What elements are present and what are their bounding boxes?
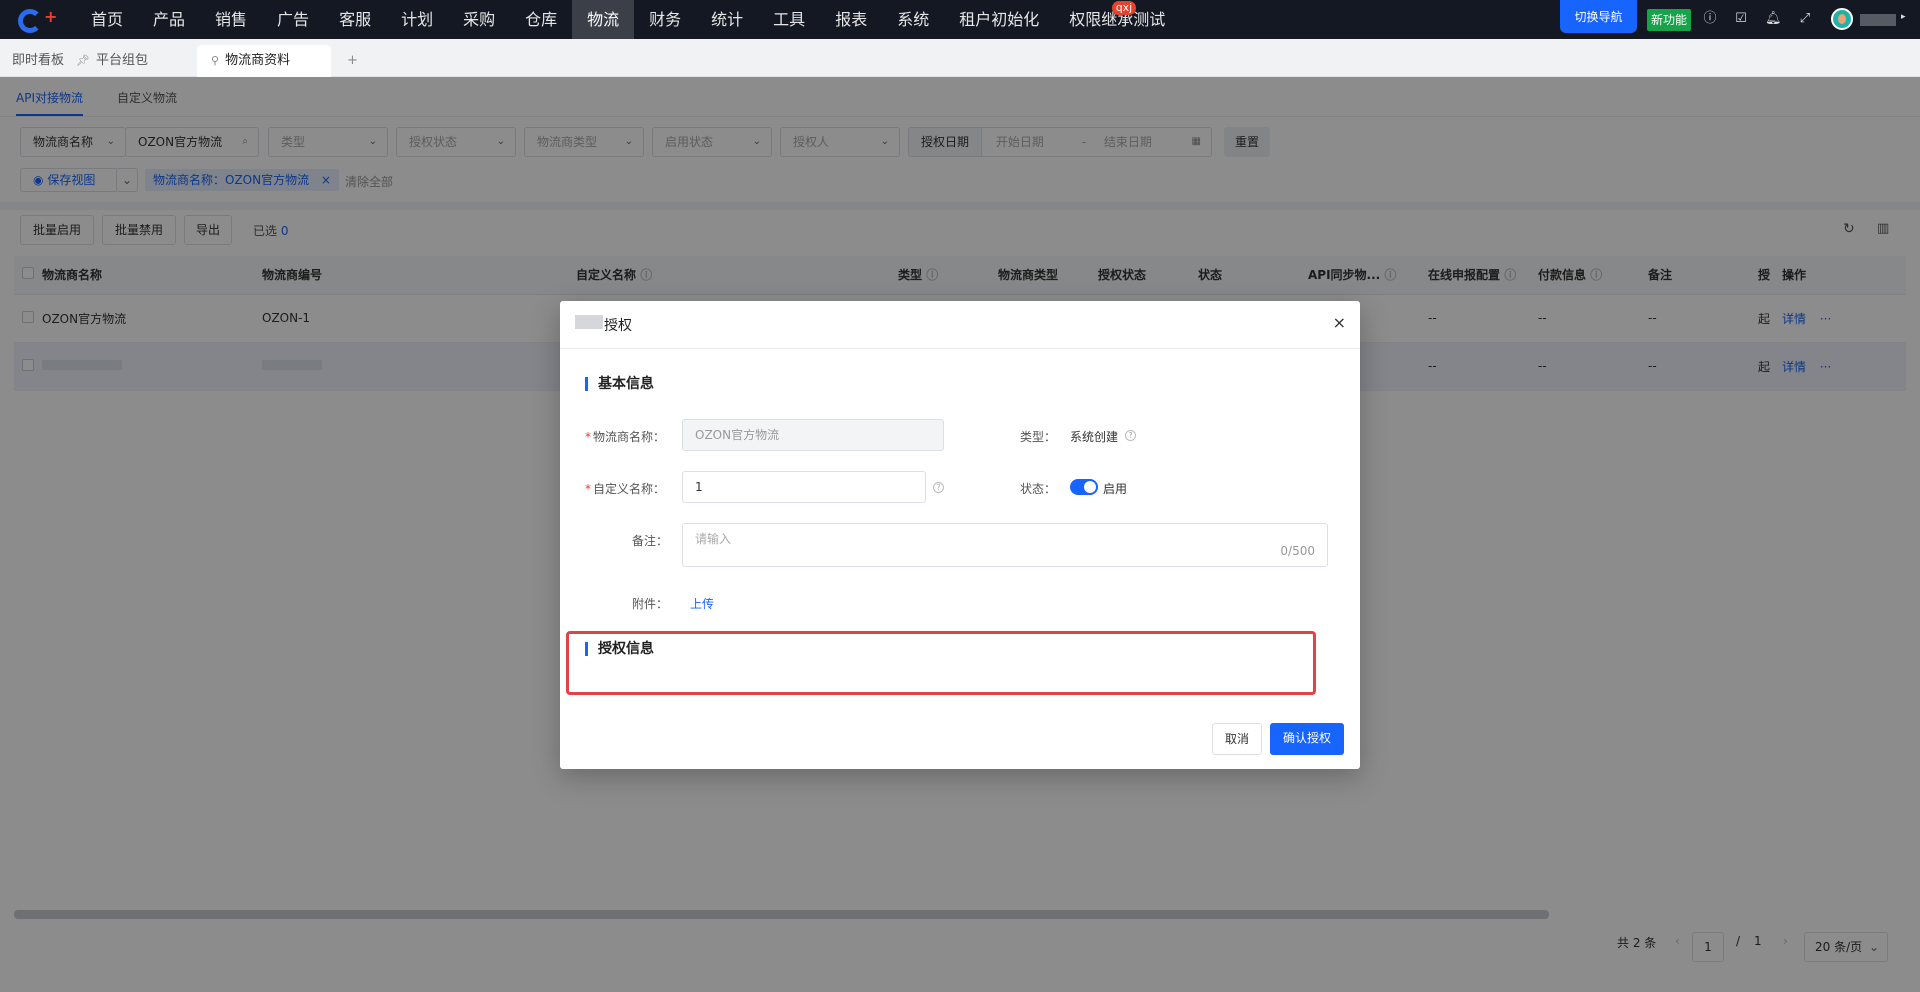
nav-ads[interactable]: 广告 (262, 0, 324, 39)
nav-tenant-init[interactable]: 租户初始化 (944, 0, 1054, 39)
page-tab-bar: 即时看板 📌︎ 平台组包 ⚲ 物流商资料 + (0, 39, 1920, 77)
help-icon: ? (1125, 430, 1136, 441)
bell-icon[interactable]: 🔔︎ (1765, 11, 1782, 27)
user-menu-caret-icon[interactable]: ▸ (1901, 12, 1906, 22)
nav-customer-service[interactable]: 客服 (324, 0, 386, 39)
tab-dashboard[interactable]: 即时看板 (12, 45, 64, 77)
upload-link[interactable]: 上传 (690, 595, 714, 612)
custom-name-input[interactable]: 1 (682, 471, 926, 503)
nav-warehouse[interactable]: 仓库 (510, 0, 572, 39)
top-navigation: + 首页 产品 销售 广告 客服 计划 采购 仓库 物流 财务 统计 工具 报表… (0, 0, 1920, 39)
nav-system[interactable]: 系统 (882, 0, 944, 39)
cancel-button[interactable]: 取消 (1212, 723, 1262, 755)
fullscreen-icon[interactable]: ⤢ (1797, 11, 1813, 27)
nav-products[interactable]: 产品 (138, 0, 200, 39)
close-icon[interactable]: × (1333, 313, 1346, 332)
status-label: 状态： (1020, 482, 1057, 496)
help-icon: ? (933, 482, 944, 493)
provider-name-label: * 物流商名称： (585, 428, 665, 445)
pin-icon[interactable]: ⚲ (211, 54, 219, 67)
nav-tools[interactable]: 工具 (758, 0, 820, 39)
custom-name-label: * 自定义名称： (585, 480, 665, 497)
add-tab-button[interactable]: + (347, 45, 358, 77)
redacted-text (575, 315, 603, 329)
provider-name-label-text: 物流商名称： (593, 430, 666, 444)
provider-name-field: OZON官方物流 (682, 419, 944, 451)
confirm-authorize-button[interactable]: 确认授权 (1270, 723, 1344, 755)
user-avatar[interactable] (1831, 8, 1853, 30)
tab-platform-bundle-label: 平台组包 (95, 53, 148, 68)
nav-logistics[interactable]: 物流 (572, 0, 635, 39)
type-label: 类型： (1020, 430, 1057, 444)
custom-name-label-text: 自定义名称： (593, 482, 666, 496)
remark-textarea[interactable]: 请输入 0/500 (682, 523, 1328, 567)
tab-platform-bundle[interactable]: 📌︎ 平台组包 (76, 45, 148, 77)
required-mark: * (585, 482, 591, 496)
remark-placeholder: 请输入 (695, 532, 732, 546)
nav-badge: qxj (1111, 1, 1137, 15)
app-logo[interactable]: + (18, 7, 62, 33)
user-name-redacted[interactable] (1860, 14, 1896, 26)
nav-statistics[interactable]: 统计 (696, 0, 758, 39)
type-value: 系统创建 (1070, 430, 1119, 444)
new-feature-button[interactable]: 新功能 (1647, 9, 1692, 31)
nav-finance[interactable]: 财务 (634, 0, 696, 39)
pin-icon[interactable]: 📌︎ (76, 54, 90, 67)
calendar-check-icon[interactable]: ☑ (1733, 11, 1749, 27)
status-value: 启用 (1103, 482, 1128, 496)
modal-title: 授权 (604, 318, 632, 334)
nav-purchase[interactable]: 采购 (448, 0, 510, 39)
tab-logistics-provider-label: 物流商资料 (225, 53, 291, 68)
nav-permission-test[interactable]: 权限继承测试 qxj (1054, 0, 1180, 39)
modal-header: 授权 × (560, 301, 1360, 349)
highlight-box (566, 631, 1316, 695)
remark-label: 备注： (632, 534, 669, 548)
section-basic-info: 基本信息 (585, 377, 654, 391)
nav-reports[interactable]: 报表 (820, 0, 882, 39)
nav-home[interactable]: 首页 (76, 0, 138, 39)
switch-nav-button[interactable]: 切换导航 (1560, 0, 1637, 33)
nav-plan[interactable]: 计划 (386, 0, 448, 39)
info-circle-icon[interactable]: ⓘ (1702, 11, 1718, 27)
section-auth-info: 授权信息 (585, 642, 654, 656)
remark-char-count: 0/500 (1280, 544, 1315, 558)
tab-logistics-provider[interactable]: ⚲ 物流商资料 (197, 45, 331, 77)
status-toggle[interactable] (1070, 479, 1098, 495)
nav-sales[interactable]: 销售 (200, 0, 262, 39)
attachment-label: 附件： (632, 597, 669, 611)
required-mark: * (585, 430, 591, 444)
authorization-modal: 授权 × 基本信息 * 物流商名称： OZON官方物流 类型： 系统创建 ? * 自… (560, 301, 1360, 769)
